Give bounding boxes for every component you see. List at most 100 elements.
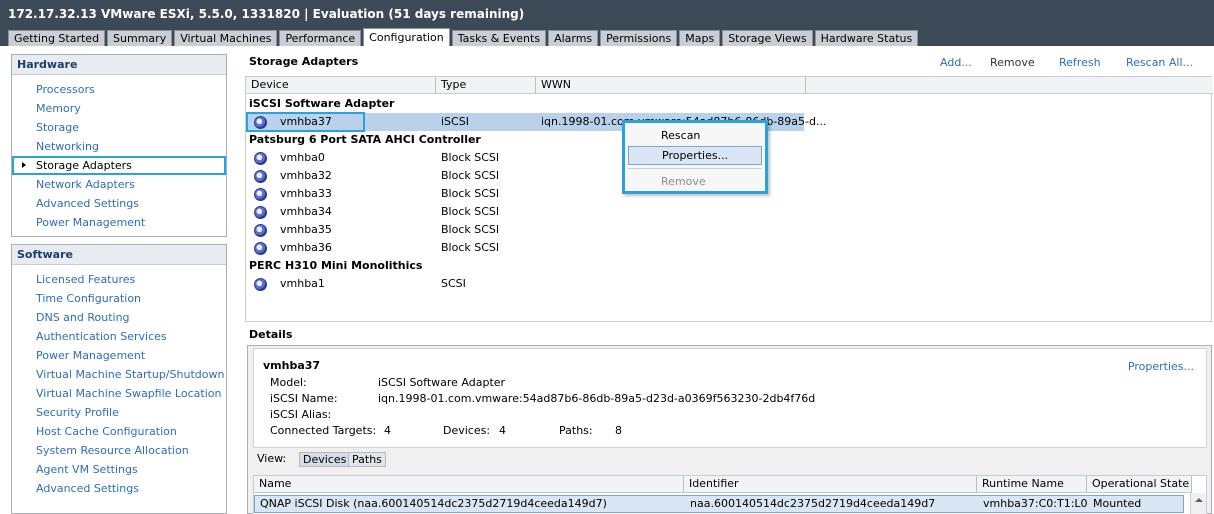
nav-system-resource-allocation[interactable]: System Resource Allocation bbox=[12, 441, 226, 460]
adapter-type: Block SCSI bbox=[441, 169, 500, 182]
column-identifier[interactable]: Identifier bbox=[684, 476, 977, 493]
context-separator bbox=[628, 168, 762, 169]
paths-value: 8 bbox=[615, 424, 622, 437]
view-label: View: bbox=[257, 452, 287, 465]
devices-label: Devices: bbox=[443, 424, 491, 437]
rescan-all-link[interactable]: Rescan All... bbox=[1126, 56, 1193, 69]
column-type[interactable]: Type bbox=[436, 77, 536, 94]
window-title: 172.17.32.13 VMware ESXi, 5.5.0, 1331820… bbox=[0, 0, 1214, 30]
nav-sw-power-management[interactable]: Power Management bbox=[12, 346, 226, 365]
nav-sw-advanced-settings[interactable]: Advanced Settings bbox=[12, 479, 226, 498]
device-name: QNAP iSCSI Disk (naa.600140514dc2375d271… bbox=[260, 497, 607, 510]
paths-label: Paths: bbox=[559, 424, 593, 437]
model-label: Model: bbox=[270, 376, 307, 389]
tab-getting-started[interactable]: Getting Started bbox=[8, 30, 106, 46]
iscsi-name-value: iqn.1998-01.com.vmware:54ad87b6-86db-89a… bbox=[378, 392, 816, 405]
vertical-scrollbar[interactable] bbox=[1190, 493, 1206, 514]
adapter-device: vmhba33 bbox=[280, 187, 332, 200]
column-name[interactable]: Name bbox=[254, 476, 684, 493]
nav-networking[interactable]: Networking bbox=[12, 137, 226, 156]
nav-storage-adapters-label: Storage Adapters bbox=[36, 159, 132, 172]
tab-configuration[interactable]: Configuration bbox=[363, 28, 450, 46]
model-value: iSCSI Software Adapter bbox=[378, 376, 506, 389]
column-runtime-name[interactable]: Runtime Name bbox=[977, 476, 1087, 493]
tab-virtual-machines[interactable]: Virtual Machines bbox=[174, 30, 278, 46]
remove-link[interactable]: Remove bbox=[990, 56, 1035, 69]
nav-licensed-features[interactable]: Licensed Features bbox=[12, 270, 226, 289]
table-header: Device Type WWN bbox=[246, 77, 1213, 94]
context-menu: Rescan Properties... Remove bbox=[622, 120, 768, 194]
column-device[interactable]: Device bbox=[246, 77, 436, 94]
refresh-link[interactable]: Refresh bbox=[1059, 56, 1101, 69]
adapter-device: vmhba34 bbox=[280, 205, 332, 218]
tab-storage-views[interactable]: Storage Views bbox=[722, 30, 813, 46]
details-panel: vmhba37 Properties... Model: iSCSI Softw… bbox=[247, 345, 1212, 514]
nav-storage-adapters[interactable]: Storage Adapters bbox=[12, 156, 226, 175]
adapter-row-vmhba35[interactable]: vmhba35 Block SCSI bbox=[246, 221, 806, 239]
nav-security-profile[interactable]: Security Profile bbox=[12, 403, 226, 422]
tab-maps[interactable]: Maps bbox=[679, 30, 721, 46]
tab-alarms[interactable]: Alarms bbox=[548, 30, 599, 46]
view-devices-button[interactable]: Devices bbox=[299, 452, 351, 467]
nav-dns-routing[interactable]: DNS and Routing bbox=[12, 308, 226, 327]
adapter-type: SCSI bbox=[441, 277, 466, 290]
tab-tasks-events[interactable]: Tasks & Events bbox=[451, 30, 547, 46]
connected-targets-label: Connected Targets: bbox=[270, 424, 377, 437]
details-summary: vmhba37 Properties... Model: iSCSI Softw… bbox=[253, 348, 1207, 448]
scroll-up-icon[interactable] bbox=[1195, 498, 1203, 502]
details-title: Details bbox=[249, 328, 293, 341]
tab-permissions[interactable]: Permissions bbox=[600, 30, 678, 46]
storage-adapters-table: Device Type WWN iSCSI Software Adapter v… bbox=[245, 76, 1213, 322]
nav-storage[interactable]: Storage bbox=[12, 118, 226, 137]
adapter-type: Block SCSI bbox=[441, 241, 500, 254]
adapter-icon bbox=[254, 242, 267, 255]
adapter-icon bbox=[254, 224, 267, 237]
adapter-icon bbox=[254, 152, 267, 165]
adapter-row-vmhba1[interactable]: vmhba1 SCSI bbox=[246, 275, 806, 293]
nav-vm-swapfile-location[interactable]: Virtual Machine Swapfile Location bbox=[12, 384, 226, 403]
context-remove[interactable]: Remove bbox=[628, 172, 762, 191]
hardware-header: Hardware bbox=[12, 55, 226, 75]
hardware-panel: Hardware Processors Memory Storage Netwo… bbox=[11, 54, 227, 237]
details-properties-link[interactable]: Properties... bbox=[1128, 360, 1194, 373]
nav-host-cache-configuration[interactable]: Host Cache Configuration bbox=[12, 422, 226, 441]
nav-authentication-services[interactable]: Authentication Services bbox=[12, 327, 226, 346]
software-header: Software bbox=[12, 245, 226, 265]
nav-network-adapters[interactable]: Network Adapters bbox=[12, 175, 226, 194]
software-panel: Software Licensed Features Time Configur… bbox=[11, 244, 227, 514]
connected-targets-value: 4 bbox=[384, 424, 391, 437]
adapter-row-vmhba36[interactable]: vmhba36 Block SCSI bbox=[246, 239, 806, 257]
group-perc-h310: PERC H310 Mini Monolithics bbox=[249, 259, 423, 272]
device-identifier: naa.600140514dc2375d2719d4ceeda149d7 bbox=[690, 497, 936, 510]
nav-time-configuration[interactable]: Time Configuration bbox=[12, 289, 226, 308]
nav-agent-vm-settings[interactable]: Agent VM Settings bbox=[12, 460, 226, 479]
column-operational-state[interactable]: Operational State bbox=[1087, 476, 1192, 493]
nav-advanced-settings[interactable]: Advanced Settings bbox=[12, 194, 226, 213]
table-row[interactable]: QNAP iSCSI Disk (naa.600140514dc2375d271… bbox=[254, 495, 1184, 513]
adapter-type: iSCSI bbox=[441, 115, 469, 128]
context-rescan[interactable]: Rescan bbox=[628, 126, 762, 145]
adapter-device: vmhba35 bbox=[280, 223, 332, 236]
tab-summary[interactable]: Summary bbox=[107, 30, 173, 46]
adapter-type: Block SCSI bbox=[441, 151, 500, 164]
device-state: Mounted bbox=[1093, 497, 1142, 510]
adapter-icon bbox=[254, 206, 267, 219]
nav-processors[interactable]: Processors bbox=[12, 80, 226, 99]
view-paths-button[interactable]: Paths bbox=[348, 452, 386, 467]
adapter-device: vmhba1 bbox=[280, 277, 325, 290]
context-properties[interactable]: Properties... bbox=[628, 146, 762, 165]
tab-performance[interactable]: Performance bbox=[279, 30, 362, 46]
adapter-device: vmhba0 bbox=[280, 151, 325, 164]
nav-vm-startup-shutdown[interactable]: Virtual Machine Startup/Shutdown bbox=[12, 365, 226, 384]
tab-hardware-status[interactable]: Hardware Status bbox=[814, 30, 919, 46]
tab-bar: Getting Started Summary Virtual Machines… bbox=[0, 28, 1214, 46]
adapter-icon bbox=[254, 278, 267, 291]
column-wwn[interactable]: WWN bbox=[536, 77, 806, 94]
nav-power-management[interactable]: Power Management bbox=[12, 213, 226, 232]
add-link[interactable]: Add... bbox=[940, 56, 972, 69]
nav-memory[interactable]: Memory bbox=[12, 99, 226, 118]
adapter-row-vmhba34[interactable]: vmhba34 Block SCSI bbox=[246, 203, 806, 221]
adapter-device: vmhba32 bbox=[280, 169, 332, 182]
adapter-type: Block SCSI bbox=[441, 223, 500, 236]
adapter-device: vmhba36 bbox=[280, 241, 332, 254]
